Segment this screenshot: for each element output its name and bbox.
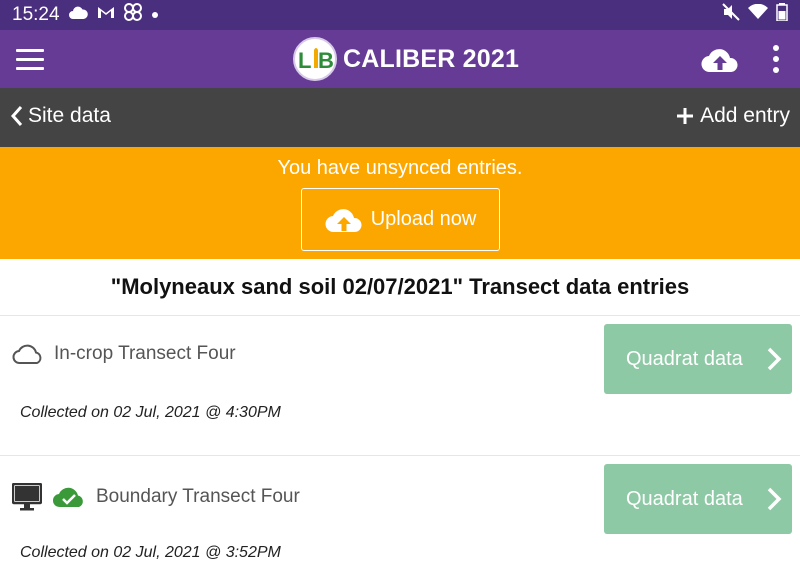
status-bar: 15:24 — [0, 0, 800, 30]
entry-header: In-crop Transect Four — [12, 343, 236, 365]
gmail-icon — [96, 4, 116, 26]
back-button[interactable]: Site data — [10, 104, 111, 128]
svg-text:B: B — [318, 48, 334, 73]
sync-cloud-button[interactable] — [700, 44, 740, 74]
cloud-upload-icon — [325, 208, 362, 232]
add-entry-label: Add entry — [700, 104, 790, 127]
entry-name: Boundary Transect Four — [96, 486, 300, 507]
quadrat-data-label: Quadrat data — [626, 347, 743, 370]
menu-button[interactable] — [16, 42, 52, 76]
upload-now-label: Upload now — [370, 208, 477, 230]
app-bar: L B CALIBER 2021 — [0, 30, 800, 88]
plus-icon — [677, 108, 694, 124]
brand: L B CALIBER 2021 — [293, 37, 519, 81]
entry-collected-date: Collected on 02 Jul, 2021 @ 4:30PM — [20, 404, 281, 421]
monitor-icon — [12, 483, 42, 511]
dot-icon — [150, 4, 160, 26]
quadrat-data-button[interactable]: Quadrat data — [604, 324, 792, 394]
entry-collected-date: Collected on 02 Jul, 2021 @ 3:52PM — [20, 544, 281, 561]
chevron-right-icon — [767, 487, 782, 511]
upload-now-button[interactable]: Upload now — [301, 188, 500, 251]
cloud-icon — [68, 4, 88, 26]
cloud-check-icon — [52, 487, 83, 508]
hamburger-icon-line — [16, 66, 44, 70]
add-entry-button[interactable]: Add entry — [676, 104, 790, 128]
list-item: Boundary Transect Four Collected on 02 J… — [0, 456, 800, 575]
entry-name: In-crop Transect Four — [54, 343, 236, 364]
pinwheel-icon — [123, 3, 142, 27]
battery-icon — [776, 3, 788, 27]
more-dot-icon — [773, 67, 779, 73]
unsynced-banner: You have unsynced entries. Upload now — [0, 147, 800, 259]
hamburger-icon-line — [16, 48, 44, 52]
chevron-right-icon — [767, 347, 782, 371]
chevron-left-icon — [10, 106, 23, 126]
quadrat-data-button[interactable]: Quadrat data — [604, 464, 792, 534]
more-dot-icon — [773, 56, 779, 62]
app-title: CALIBER 2021 — [343, 44, 520, 73]
more-options-button[interactable] — [764, 40, 788, 78]
nav-bar: Site data Add entry — [0, 88, 800, 147]
status-time: 15:24 — [12, 4, 60, 25]
entry-header: Boundary Transect Four — [12, 483, 300, 511]
mute-icon — [722, 3, 740, 27]
hamburger-icon-line — [16, 57, 44, 61]
more-dot-icon — [773, 45, 779, 51]
page-title: "Molyneaux sand soil 02/07/2021" Transec… — [0, 259, 800, 316]
cloud-outline-icon — [12, 344, 42, 364]
app-logo: L B — [293, 37, 337, 81]
unsynced-message: You have unsynced entries. — [277, 157, 523, 179]
wifi-icon — [748, 3, 768, 26]
quadrat-data-label: Quadrat data — [626, 487, 743, 510]
back-label: Site data — [28, 104, 111, 127]
list-item: In-crop Transect Four Collected on 02 Ju… — [0, 316, 800, 456]
svg-text:L: L — [298, 48, 311, 73]
cloud-upload-icon — [701, 49, 738, 73]
